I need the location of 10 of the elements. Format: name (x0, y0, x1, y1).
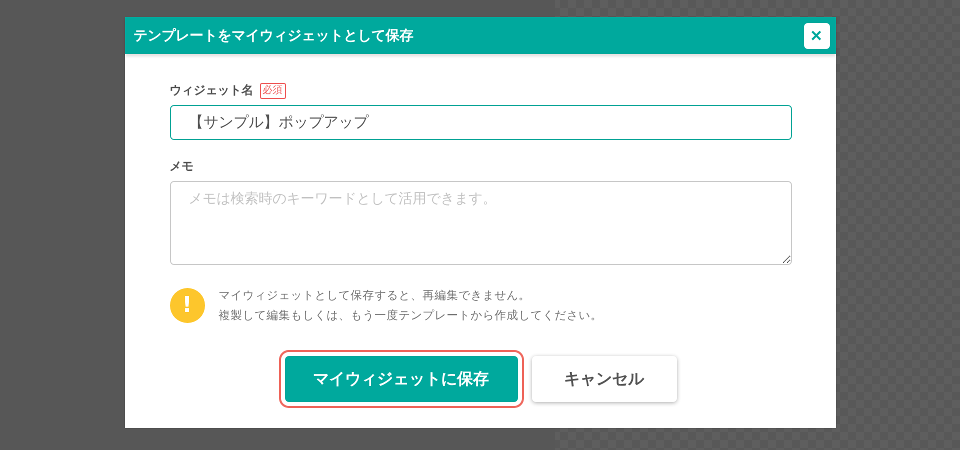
widget-name-field[interactable]: 【サンプル】ポップアップ (170, 105, 792, 140)
warning-text: マイウィジェットとして保存すると、再編集できません。 (218, 288, 532, 303)
warning-icon: ! (170, 288, 204, 323)
field-label: ウィジェット名 (170, 82, 254, 99)
required-badge: 必須 (260, 82, 286, 98)
memo-field[interactable]: メモは検索時のキーワードとして活用できます。 (170, 181, 792, 265)
dialog-title: テンプレートをマイウィジェットとして保存 (134, 26, 414, 44)
warning-text: 複製して編集もしくは、もう一度テンプレートから作成してください。 (218, 308, 602, 323)
field-label: メモ (170, 158, 194, 175)
cancel-button[interactable]: キャンセル (532, 356, 676, 402)
